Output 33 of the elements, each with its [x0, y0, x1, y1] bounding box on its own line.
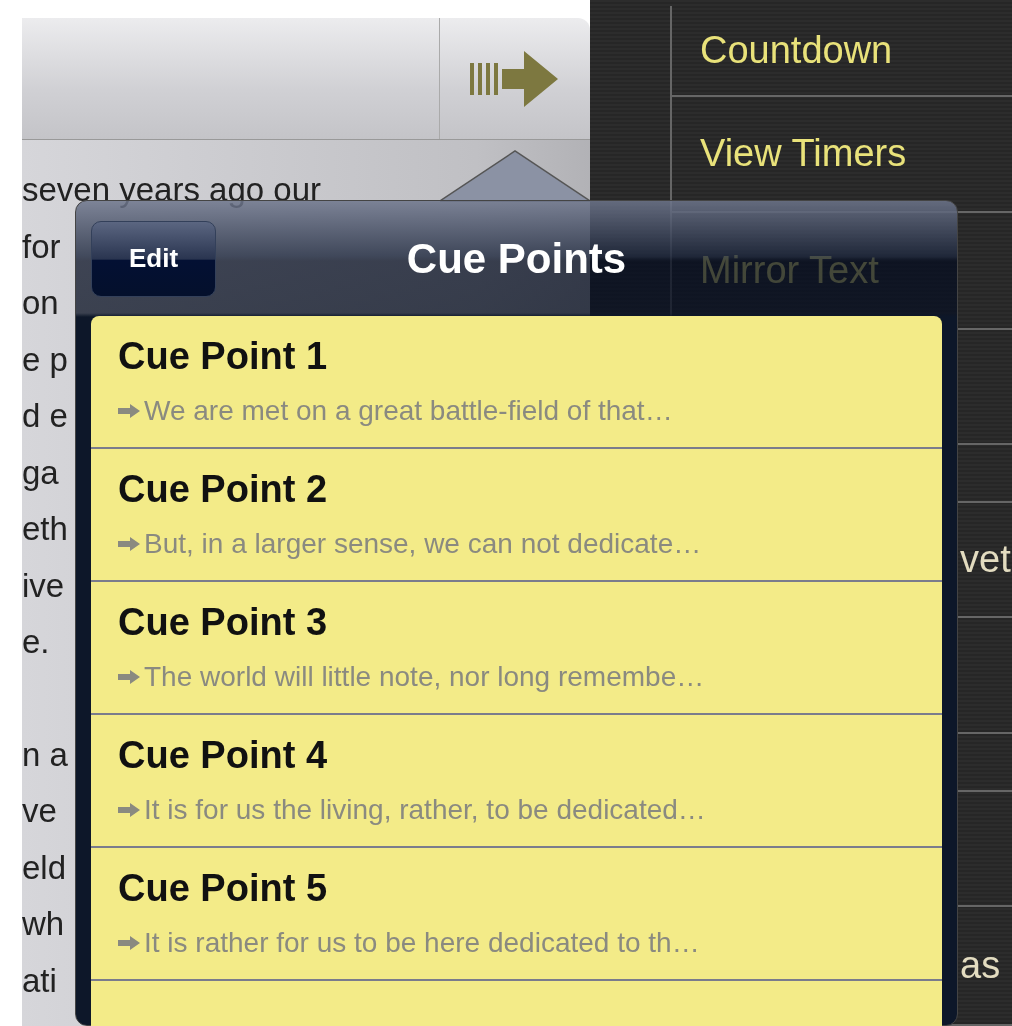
script-text-line: ive [22, 565, 65, 606]
cue-title[interactable]: Cue Point 1 [118, 334, 942, 378]
cue-title[interactable]: Cue Point 2 [118, 467, 942, 511]
cue-preview: It is for us the living, rather, to be dedicated… [144, 793, 706, 827]
script-text-line: eth [22, 509, 68, 549]
script-text-line: eld [22, 847, 67, 888]
script-text-line: ve [22, 791, 57, 831]
arrow-icon [118, 936, 140, 950]
cue-title[interactable]: Cue Point 5 [118, 866, 942, 910]
script-text-line: ga [22, 452, 59, 493]
script-text-line: on [22, 283, 59, 323]
cue-preview: The world will little note, nor long remembe… [144, 660, 705, 694]
popover-title: Cue Points [406, 235, 627, 282]
arrow-icon [118, 537, 140, 551]
cue-preview: It is rather for us to be here dedicated to th… [144, 926, 700, 960]
menu-item[interactable]: View Timers [672, 125, 907, 183]
cue-preview: We are met on a great battle-field of that… [144, 394, 673, 428]
script-text-line: d e [22, 396, 68, 436]
arrow-icon [118, 404, 140, 418]
script-text-line: e. [22, 622, 50, 662]
menu-item[interactable]: Countdown [672, 22, 893, 79]
arrow-icon[interactable] [470, 48, 560, 109]
cue-preview: But, in a larger sense, we can not dedicate… [144, 527, 702, 561]
arrow-icon [118, 803, 140, 817]
arrow-icon [118, 670, 140, 684]
cue-title[interactable]: Cue Point 3 [118, 600, 942, 644]
script-text-line: e p [22, 339, 68, 380]
script-text-line: n a [22, 734, 68, 775]
script-text-line: ati [22, 960, 57, 1001]
cue-title[interactable]: Cue Point 4 [118, 733, 942, 777]
script-text-line: for [22, 226, 61, 267]
script-text-line: wh [22, 904, 65, 944]
edit-button[interactable]: Edit [91, 220, 216, 297]
